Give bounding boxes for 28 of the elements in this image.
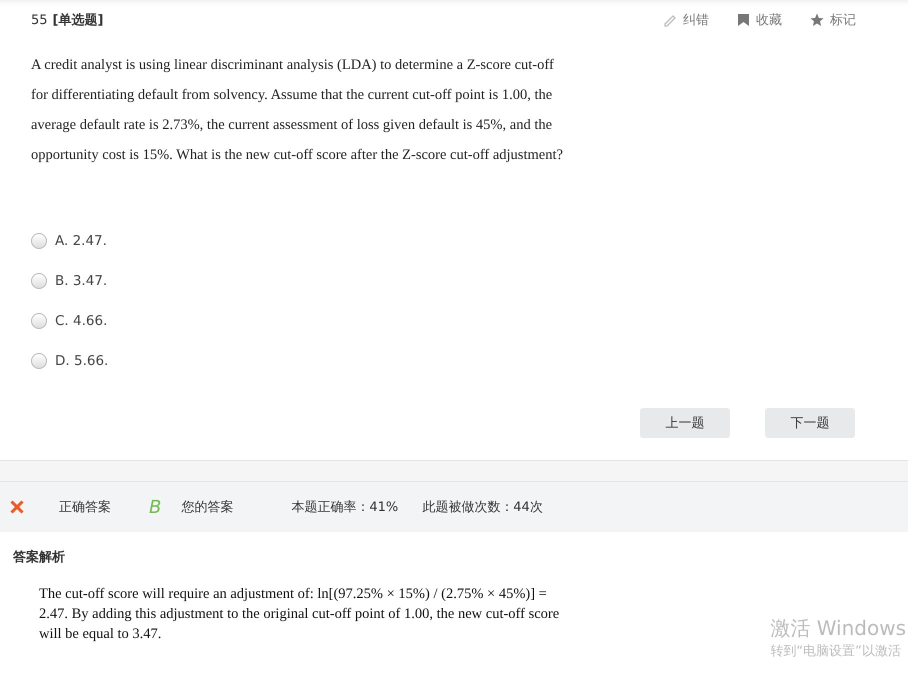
star-icon [810, 13, 824, 27]
answer-option[interactable]: A. 2.47. [31, 230, 908, 252]
radio-button[interactable] [31, 313, 47, 329]
question-number: 55 [31, 12, 48, 28]
question-type: [单选题] [52, 12, 104, 29]
your-answer-label: 您的答案 [181, 499, 234, 516]
answer-option[interactable]: C. 4.66. [31, 310, 908, 332]
radio-button[interactable] [31, 353, 47, 369]
your-answer-letter: B [149, 496, 162, 518]
explanation-title: 答案解析 [13, 548, 66, 566]
activation-title: 激活 Windows [770, 615, 906, 642]
correct-answer-label: 正确答案 [59, 499, 111, 516]
action-link[interactable]: 收藏 [737, 11, 782, 29]
attempts-text: 此题被做次数：44次 [422, 499, 543, 516]
bookmark-icon [737, 13, 750, 27]
nav-button[interactable]: 上一题 [640, 408, 730, 438]
radio-button[interactable] [31, 273, 47, 289]
action-link[interactable]: 纠错 [663, 11, 709, 29]
accuracy-text: 本题正确率：41% [291, 499, 398, 516]
answer-option[interactable]: B. 3.47. [31, 270, 908, 292]
activation-subtitle: 转到“电脑设置”以激活 [770, 643, 902, 660]
question-text: A credit analyst is using linear discriminant analysis (LDA) to determine a Z-score cut-off for differentiating default from solvency. Assume that the current cut-off point is 1.00, the average default rate is 2.73%, the current assessment of loss given default is 45%, and the opportunity cost is 15%. What is the new cut-off score after the Z-score cut-off adjustment? [31, 56, 564, 165]
nav-button[interactable]: 下一题 [765, 408, 855, 438]
pencil-icon [663, 13, 677, 27]
answer-option[interactable]: D. 5.66. [31, 350, 908, 372]
action-link[interactable]: 标记 [810, 11, 856, 29]
radio-button[interactable] [31, 233, 47, 249]
explanation-text: The cut-off score will require an adjustment of: ln[(97.25% × 15%) / (2.75% × 45%)] = 2.47. By adding this adjustment to the original cut-off point of 1.00, the new cut-off score will be equal to 3.47. [39, 585, 560, 644]
